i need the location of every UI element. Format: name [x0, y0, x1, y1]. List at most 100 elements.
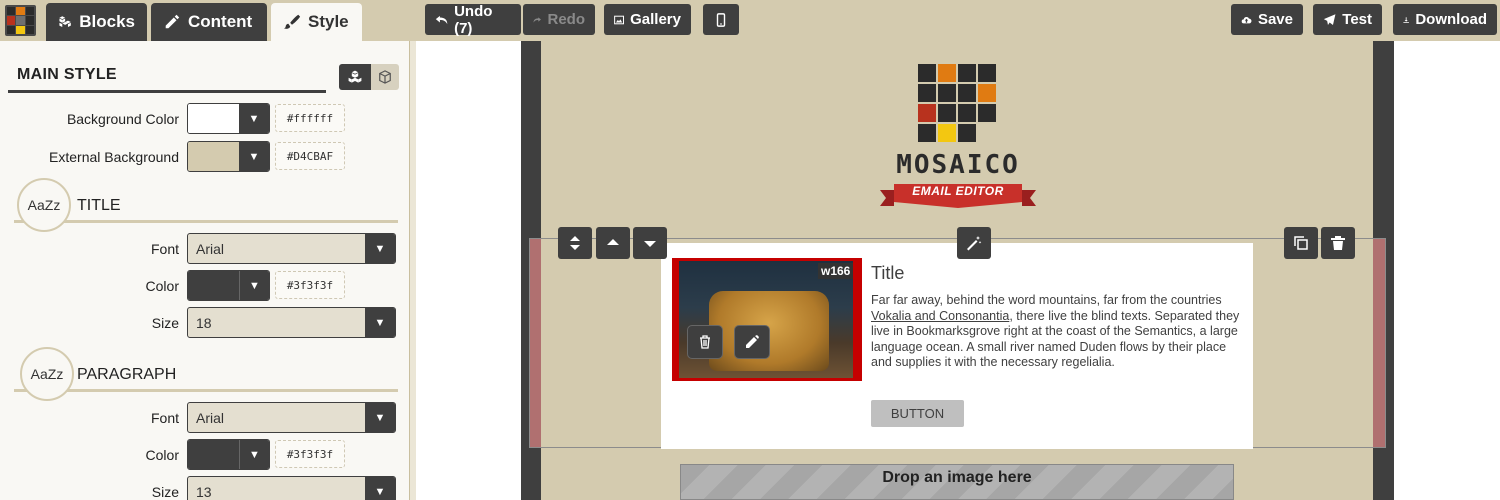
paragraph-color-swatch — [188, 440, 239, 469]
paragraph-text-start: Far far away, behind the word mountains,… — [871, 293, 1222, 307]
tab-blocks[interactable]: Blocks — [46, 3, 147, 41]
paragraph-color-picker[interactable]: ▼ — [187, 439, 270, 470]
redo-button[interactable]: Redo — [523, 4, 595, 35]
cloud-upload-icon — [1241, 16, 1252, 23]
gallery-label: Gallery — [630, 11, 681, 28]
mobile-preview-button[interactable] — [703, 4, 739, 35]
external-background-hex[interactable]: #D4CBAF — [275, 142, 345, 170]
image-width-badge: w166 — [818, 263, 854, 279]
main-style-divider — [8, 90, 326, 93]
download-button[interactable]: Download — [1393, 4, 1497, 35]
gallery-button[interactable]: Gallery — [604, 4, 691, 35]
copy-icon — [1294, 236, 1308, 250]
title-font-label: Font — [150, 241, 179, 257]
block-cta-button[interactable]: BUTTON — [871, 400, 964, 427]
chevron-down-icon: ▼ — [365, 403, 395, 432]
duplicate-block-button[interactable] — [1284, 227, 1318, 259]
external-background-picker[interactable]: ▼ — [187, 141, 270, 172]
background-color-label: Background Color — [66, 111, 179, 127]
pencil-icon — [165, 14, 180, 29]
cube-icon — [379, 70, 391, 84]
trash-icon — [700, 335, 710, 349]
mobile-icon — [716, 12, 726, 27]
chevron-down-icon: ▼ — [239, 271, 269, 300]
save-label: Save — [1257, 11, 1293, 28]
save-button[interactable]: Save — [1231, 4, 1303, 35]
cubes-icon — [348, 70, 362, 83]
caret-up-icon — [607, 239, 619, 245]
cubes-icon — [59, 16, 71, 27]
background-color-hex[interactable]: #ffffff — [275, 104, 345, 132]
delete-block-button[interactable] — [1321, 227, 1355, 259]
background-color-picker[interactable]: ▼ — [187, 103, 270, 134]
paragraph-link[interactable]: Vokalia and Consonantia — [871, 309, 1009, 323]
app-logo-icon — [5, 5, 36, 36]
title-color-picker[interactable]: ▼ — [187, 270, 270, 301]
undo-label: Undo (7) — [454, 2, 493, 37]
title-font-value: Arial — [196, 240, 225, 257]
chevron-down-icon: ▼ — [239, 142, 269, 171]
block-style-button[interactable] — [371, 64, 399, 90]
paragraph-section-divider — [14, 389, 398, 392]
paragraph-typography-badge: AaZz — [20, 347, 74, 401]
paper-plane-icon — [1323, 13, 1336, 25]
chevron-down-icon: ▼ — [239, 104, 269, 133]
block-title[interactable]: Title — [871, 263, 904, 284]
tab-content[interactable]: Content — [151, 3, 267, 41]
global-style-button[interactable] — [339, 64, 371, 90]
paragraph-color-label: Color — [145, 447, 179, 463]
edit-image-button[interactable] — [734, 325, 770, 359]
download-icon — [1403, 16, 1409, 23]
undo-button[interactable]: Undo (7) — [425, 2, 521, 37]
title-font-select[interactable]: Arial ▼ — [187, 233, 396, 264]
external-background-label: External Background — [49, 149, 179, 165]
image-icon — [614, 15, 624, 24]
magic-wand-icon — [967, 236, 982, 251]
style-scope-toggle[interactable] — [339, 64, 399, 90]
redo-icon — [533, 16, 541, 23]
title-size-label: Size — [151, 315, 179, 331]
logo-wordmark: MOSAICO — [896, 150, 1020, 180]
paragraph-section-heading: PARAGRAPH — [77, 366, 177, 383]
tab-blocks-label: Blocks — [79, 12, 135, 31]
trash-icon — [1331, 236, 1345, 250]
title-size-value: 18 — [196, 314, 212, 331]
background-color-swatch — [188, 104, 239, 133]
tab-style[interactable]: Style — [271, 3, 362, 41]
tab-style-label: Style — [308, 12, 349, 31]
move-block-down-button[interactable] — [633, 227, 667, 259]
drag-block-button[interactable] — [558, 227, 592, 259]
chevron-down-icon: ▼ — [365, 308, 395, 337]
dropzone-label: Drop an image here — [882, 469, 1032, 486]
chevron-down-icon: ▼ — [239, 440, 269, 469]
title-typography-badge: AaZz — [17, 178, 71, 232]
undo-icon — [435, 15, 448, 24]
title-color-swatch — [188, 271, 239, 300]
paragraph-font-value: Arial — [196, 409, 225, 426]
tab-content-label: Content — [188, 12, 253, 31]
mosaico-logo-icon — [918, 64, 996, 142]
paragraph-font-label: Font — [150, 410, 179, 426]
pencil-icon — [746, 335, 759, 348]
block-magic-button[interactable] — [957, 227, 991, 259]
paragraph-size-label: Size — [151, 484, 179, 500]
paragraph-size-select[interactable]: 13 ▼ — [187, 476, 396, 500]
image-dropzone[interactable]: Drop an image here — [680, 464, 1234, 500]
sort-icon — [570, 236, 580, 250]
paragraph-font-select[interactable]: Arial ▼ — [187, 402, 396, 433]
title-size-select[interactable]: 18 ▼ — [187, 307, 396, 338]
chevron-down-icon: ▼ — [365, 234, 395, 263]
redo-label: Redo — [547, 11, 586, 28]
title-color-hex[interactable]: #3f3f3f — [275, 271, 345, 299]
remove-image-button[interactable] — [687, 325, 723, 359]
logo-ribbon-text: EMAIL EDITOR — [912, 184, 1004, 198]
title-section-heading: TITLE — [77, 197, 121, 214]
brush-icon — [283, 14, 301, 29]
paragraph-size-value: 13 — [196, 483, 212, 500]
test-label: Test — [1342, 11, 1372, 28]
move-block-up-button[interactable] — [596, 227, 630, 259]
paragraph-color-hex[interactable]: #3f3f3f — [275, 440, 345, 468]
test-button[interactable]: Test — [1313, 4, 1382, 35]
block-paragraph[interactable]: Far far away, behind the word mountains,… — [871, 293, 1243, 371]
chevron-down-icon: ▼ — [365, 477, 395, 500]
